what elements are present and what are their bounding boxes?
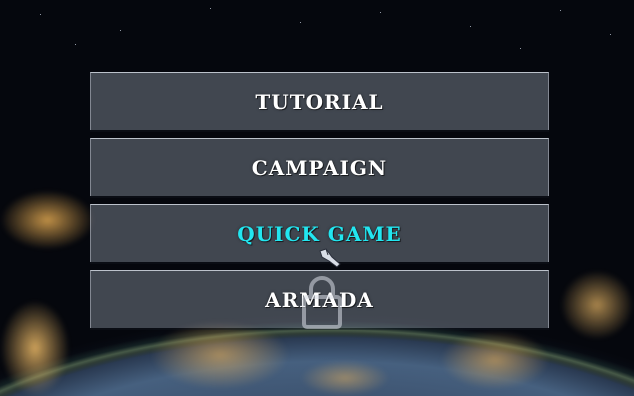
lock-icon: [302, 276, 342, 329]
ship-cursor-icon: [319, 248, 341, 268]
armada-button[interactable]: ARMADA: [90, 270, 549, 329]
city-lights: [0, 190, 95, 250]
campaign-button[interactable]: CAMPAIGN: [90, 138, 549, 196]
tutorial-button[interactable]: TUTORIAL: [90, 72, 549, 130]
city-lights: [440, 330, 550, 390]
city-lights: [0, 300, 70, 396]
tutorial-label: TUTORIAL: [255, 89, 384, 114]
quick-game-label: QUICK GAME: [237, 221, 402, 246]
main-menu: TUTORIAL CAMPAIGN QUICK GAME ARMADA: [90, 72, 549, 336]
main-menu-screen: TUTORIAL CAMPAIGN QUICK GAME ARMADA: [0, 0, 634, 396]
campaign-label: CAMPAIGN: [251, 155, 388, 180]
city-lights: [300, 360, 390, 396]
city-lights: [560, 270, 634, 340]
